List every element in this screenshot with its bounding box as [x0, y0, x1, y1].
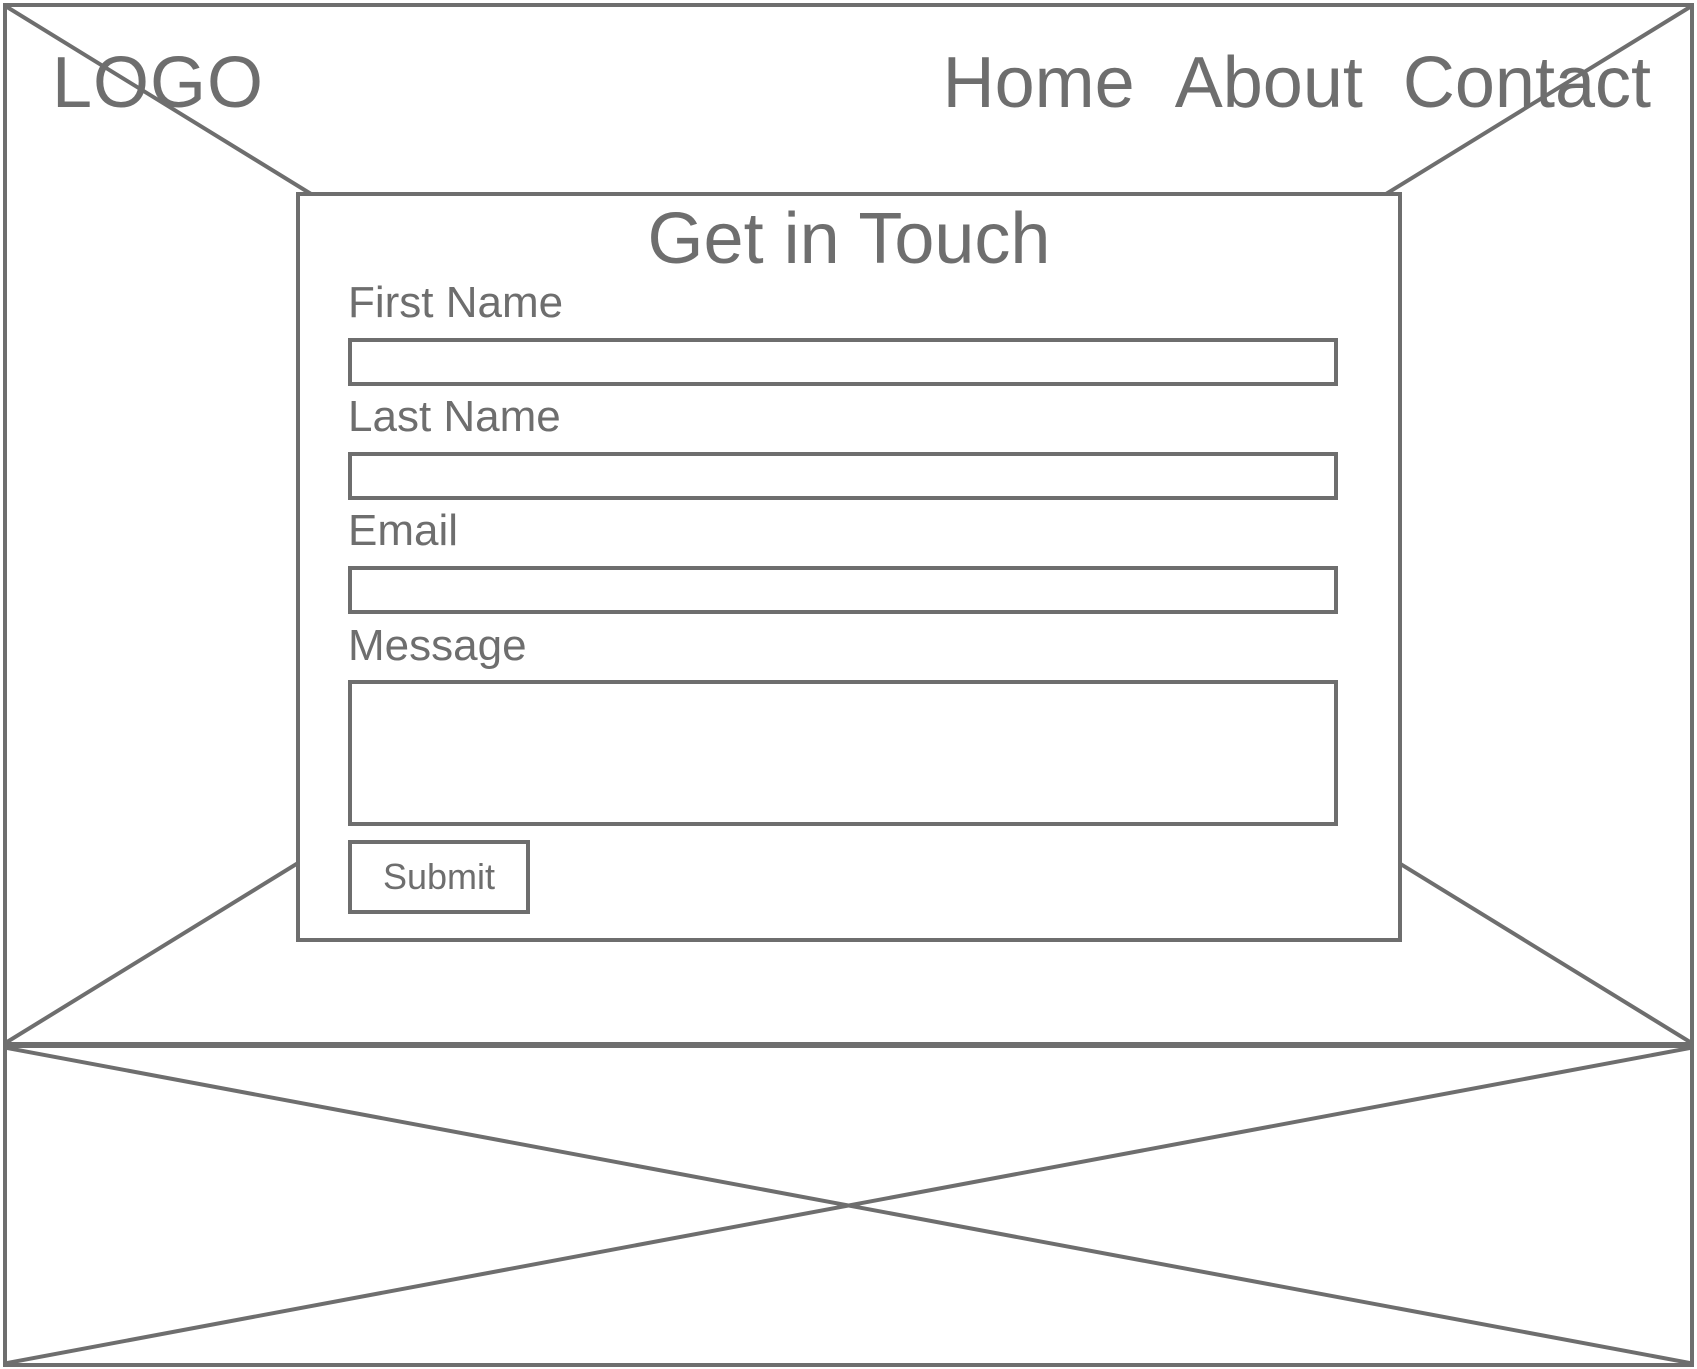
message-textarea[interactable] — [348, 680, 1338, 826]
footer-image-placeholder — [3, 1044, 1694, 1367]
contact-form-card: Get in Touch First Name Last Name Email … — [296, 192, 1402, 942]
first-name-label: First Name — [348, 278, 564, 327]
first-name-input[interactable] — [348, 338, 1338, 386]
email-input[interactable] — [348, 566, 1338, 614]
submit-button[interactable]: Submit — [348, 840, 530, 914]
nav-home[interactable]: Home — [943, 42, 1135, 124]
nav-contact[interactable]: Contact — [1403, 42, 1651, 124]
last-name-label: Last Name — [348, 392, 561, 441]
nav-about[interactable]: About — [1175, 42, 1363, 124]
main-nav: Home About Contact — [943, 42, 1651, 124]
message-label: Message — [348, 621, 527, 670]
form-title: Get in Touch — [647, 199, 1051, 279]
logo[interactable]: LOGO — [52, 42, 264, 124]
email-label: Email — [348, 506, 459, 555]
last-name-input[interactable] — [348, 452, 1338, 500]
footer-placeholder-cross-icon — [7, 1048, 1690, 1363]
